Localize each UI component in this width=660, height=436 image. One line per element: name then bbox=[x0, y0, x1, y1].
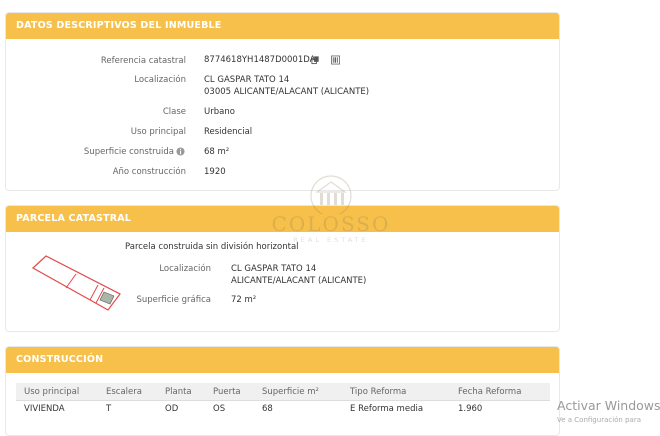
col-fecha-reforma[interactable]: Fecha Reforma bbox=[450, 383, 550, 401]
barcode-icon[interactable] bbox=[331, 55, 340, 65]
clase-label: Clase bbox=[162, 107, 186, 117]
col-escalera[interactable]: Escalera bbox=[98, 383, 157, 401]
activate-windows-text: Activar Windows bbox=[557, 398, 660, 413]
cell-superficie: 68 bbox=[262, 404, 273, 414]
localizacion-label: Localización bbox=[134, 75, 186, 85]
construccion-panel-title: CONSTRUCCIÓN bbox=[6, 347, 559, 373]
uso-principal-value: Residencial bbox=[204, 127, 253, 137]
parcela-subtitle: Parcela construida sin división horizont… bbox=[125, 242, 299, 252]
ref-catastral-value: 8774618YH1487D0001DA bbox=[204, 55, 316, 65]
ano-construccion-value: 1920 bbox=[204, 167, 226, 177]
cell-uso-principal: VIVIENDA bbox=[24, 404, 65, 414]
cell-puerta: OS bbox=[213, 404, 226, 414]
clase-value: Urbano bbox=[204, 107, 235, 117]
cell-planta: OD bbox=[165, 404, 179, 414]
col-uso-principal[interactable]: Uso principal bbox=[16, 383, 98, 401]
parcela-panel: PARCELA CATASTRAL Parcela construida sin… bbox=[5, 205, 560, 332]
superficie-grafica-value: 72 m² bbox=[231, 295, 257, 305]
ano-construccion-label: Año construcción bbox=[112, 167, 186, 177]
localizacion-value: CL GASPAR TATO 14 bbox=[204, 75, 290, 85]
parcela-localizacion-value: CL GASPAR TATO 14 bbox=[231, 264, 317, 274]
col-planta[interactable]: Planta bbox=[157, 383, 205, 401]
uso-principal-label: Uso principal bbox=[130, 127, 186, 137]
ref-catastral-label: Referencia catastral bbox=[100, 56, 186, 66]
cell-escalera: T bbox=[106, 404, 112, 414]
col-superficie[interactable]: Superficie m² bbox=[254, 383, 342, 401]
parcela-localizacion-label: Localización bbox=[159, 264, 211, 274]
superficie-construida-label: Superficie construida bbox=[83, 147, 174, 157]
construccion-table: Uso principal Escalera Planta Puerta Sup… bbox=[16, 383, 550, 417]
cell-tipo-reforma: E Reforma media bbox=[350, 404, 424, 414]
parcela-localizacion-value-line2: ALICANTE/ALACANT (ALICANTE) bbox=[231, 276, 367, 286]
localizacion-value-line2: 03005 ALICANTE/ALACANT (ALICANTE) bbox=[204, 87, 370, 97]
copy-icon[interactable] bbox=[311, 55, 320, 65]
datos-panel: DATOS DESCRIPTIVOS DEL INMUEBLE Referenc… bbox=[5, 12, 560, 191]
cell-fecha-reforma: 1.960 bbox=[458, 404, 483, 414]
superficie-construida-value: 68 m² bbox=[204, 147, 230, 157]
table-row: VIVIENDA T OD OS 68 E Reforma media 1.96… bbox=[16, 401, 550, 418]
col-puerta[interactable]: Puerta bbox=[205, 383, 254, 401]
datos-panel-title: DATOS DESCRIPTIVOS DEL INMUEBLE bbox=[6, 13, 559, 39]
table-header-row: Uso principal Escalera Planta Puerta Sup… bbox=[16, 383, 550, 401]
superficie-grafica-label: Superficie gráfica bbox=[136, 295, 211, 305]
info-icon[interactable] bbox=[176, 147, 185, 156]
col-tipo-reforma[interactable]: Tipo Reforma bbox=[342, 383, 450, 401]
parcel-map[interactable] bbox=[28, 246, 123, 314]
parcela-panel-title: PARCELA CATASTRAL bbox=[6, 206, 559, 232]
